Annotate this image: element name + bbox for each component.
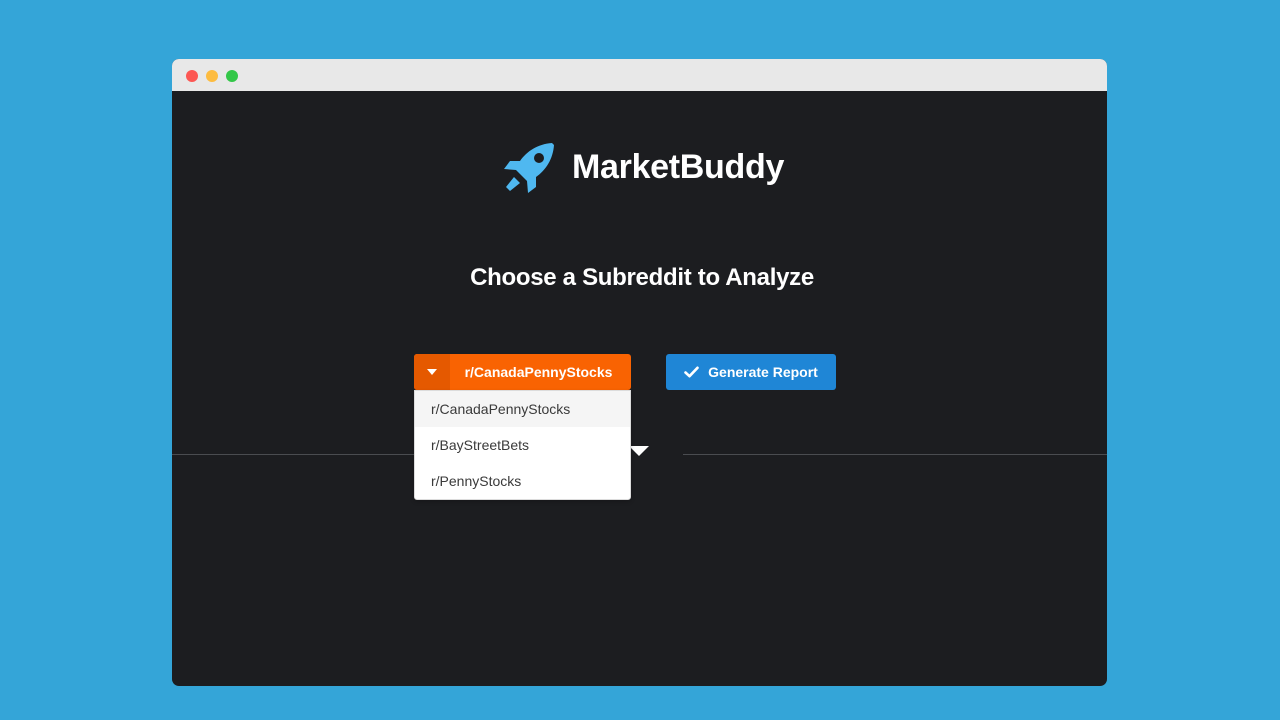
section-arrow-icon (629, 446, 649, 456)
menu-item-baystreetbets[interactable]: r/BayStreetBets (415, 427, 630, 463)
dropdown-selected-value[interactable]: r/CanadaPennyStocks (450, 364, 631, 380)
maximize-window-button[interactable] (226, 70, 238, 82)
close-window-button[interactable] (186, 70, 198, 82)
check-icon (684, 366, 699, 378)
divider (683, 454, 1107, 455)
app-name: MarketBuddy (572, 147, 785, 186)
rocket-icon (502, 139, 558, 195)
brand: MarketBuddy (502, 139, 784, 195)
page-title: Choose a Subreddit to Analyze (470, 264, 814, 291)
menu-item-pennystocks[interactable]: r/PennyStocks (415, 463, 630, 499)
window-titlebar (172, 59, 1107, 91)
menu-item-canadapennystocks[interactable]: r/CanadaPennyStocks (415, 391, 630, 427)
generate-report-button[interactable]: Generate Report (666, 354, 836, 390)
subreddit-dropdown[interactable]: r/CanadaPennyStocks (414, 354, 631, 390)
app-window: MarketBuddy Choose a Subreddit to Analyz… (172, 59, 1107, 686)
main-content: MarketBuddy Choose a Subreddit to Analyz… (172, 91, 1107, 686)
minimize-window-button[interactable] (206, 70, 218, 82)
subreddit-menu: r/CanadaPennyStocks r/BayStreetBets r/Pe… (414, 390, 631, 500)
caret-down-icon[interactable] (414, 354, 450, 390)
generate-report-label: Generate Report (708, 364, 818, 380)
